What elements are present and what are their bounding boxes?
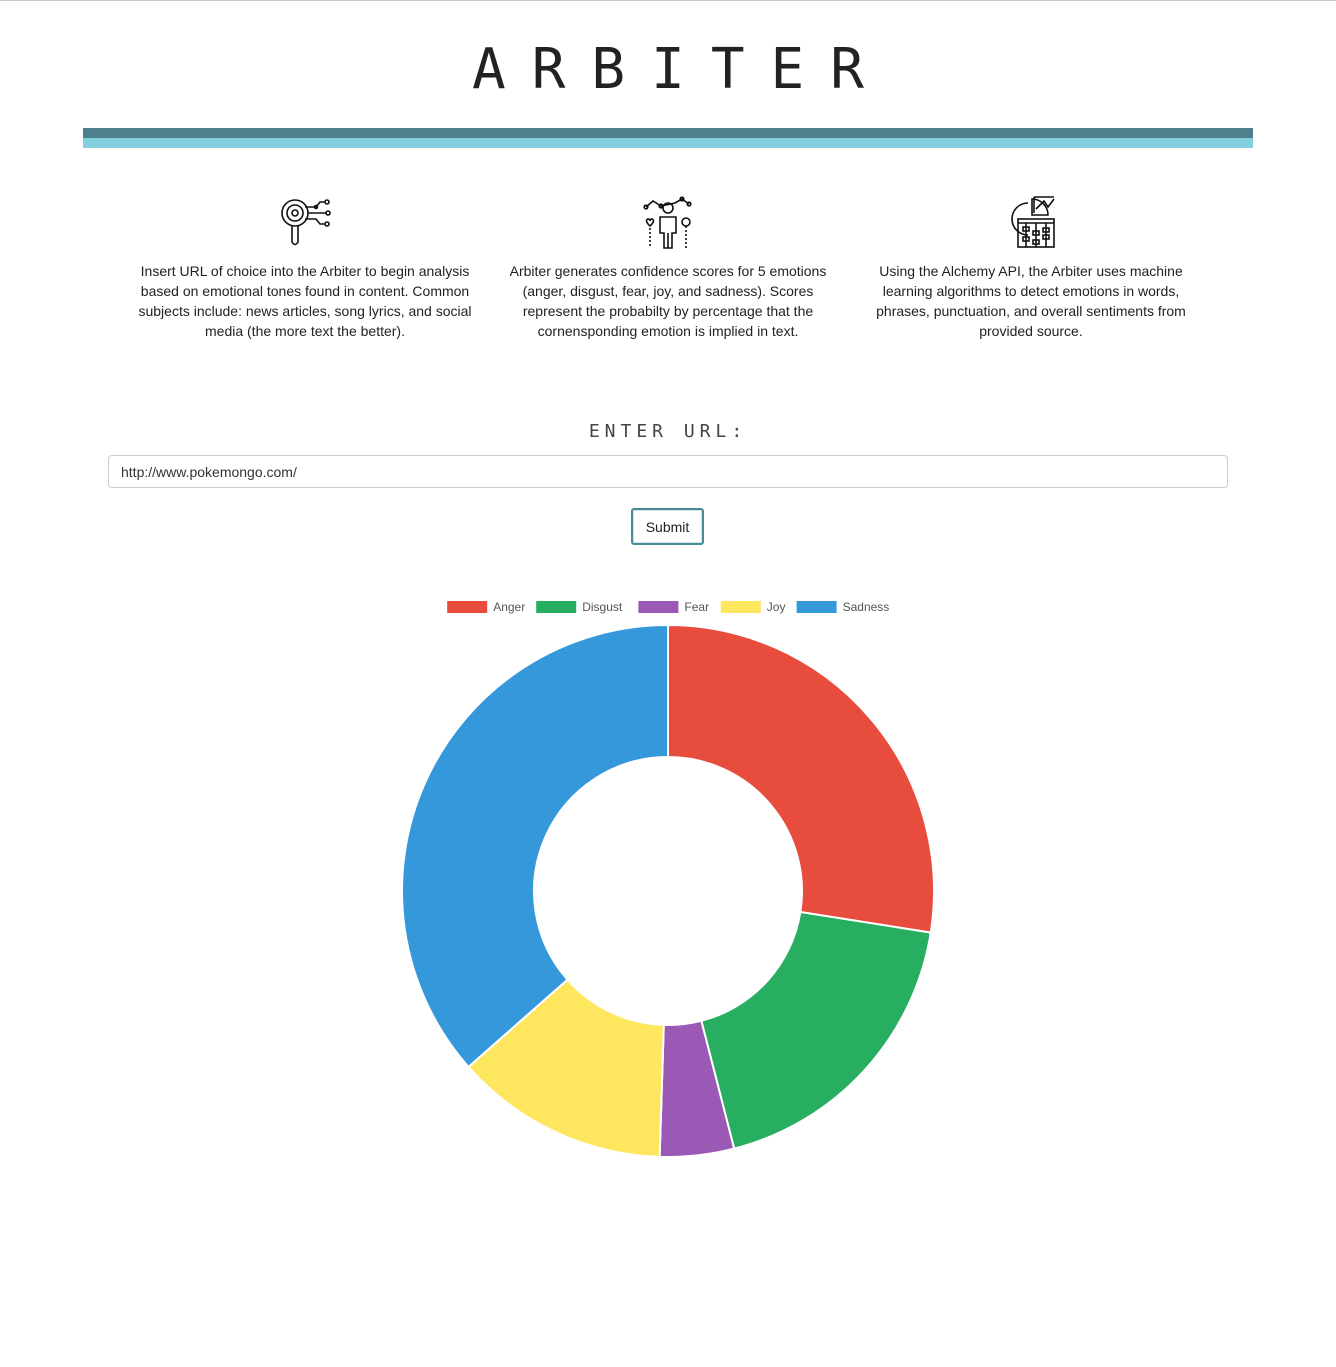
slice-anger[interactable] [667,623,935,934]
legend-label: Joy [767,600,786,614]
slice-sadness[interactable] [401,623,669,1069]
legend-swatch [796,601,837,613]
chart-slices [401,623,935,1158]
top-border [0,0,1336,1]
slice-disgust[interactable] [700,910,932,1150]
legend-swatch [536,601,577,613]
analytics-abacus-icon [1011,196,1055,248]
legend-label: Disgust [582,600,623,614]
legend-label: Anger [493,600,525,614]
header-bar-dark [83,128,1253,138]
legend-item-joy[interactable]: Joy [720,600,786,614]
chart-legend: Anger Disgust Fear Joy Sadness [447,600,889,614]
feature-description: Using the Alchemy API, the Arbiter uses … [876,263,1186,339]
feature-description: Insert URL of choice into the Arbiter to… [138,263,472,339]
legend-item-sadness[interactable]: Sadness [796,600,890,614]
submit-button[interactable]: Submit [631,508,704,545]
legend-label: Sadness [843,600,890,614]
feature-description: Arbiter generates confidence scores for … [509,263,827,339]
feature-emotion-scores: Arbiter generates confidence scores for … [498,195,838,341]
page-title: ARBITER [471,37,890,102]
magnifier-circuit-icon [281,199,331,246]
feature-alchemy-api: Using the Alchemy API, the Arbiter uses … [866,195,1196,341]
legend-swatch [720,601,761,613]
emotion-donut-chart: Anger Disgust Fear Joy Sadness [401,600,935,1158]
legend-swatch [638,601,679,613]
header-bar-light [83,138,1253,148]
legend-item-fear[interactable]: Fear [638,600,709,614]
legend-item-anger[interactable]: Anger [447,600,525,614]
url-label: ENTER URL: [588,421,748,442]
url-input[interactable] [108,455,1228,488]
legend-label: Fear [684,600,709,614]
person-emotions-icon [643,196,692,249]
feature-url-input: Insert URL of choice into the Arbiter to… [130,195,480,341]
legend-swatch [447,601,488,613]
legend-item-disgust[interactable]: Disgust [536,600,623,614]
